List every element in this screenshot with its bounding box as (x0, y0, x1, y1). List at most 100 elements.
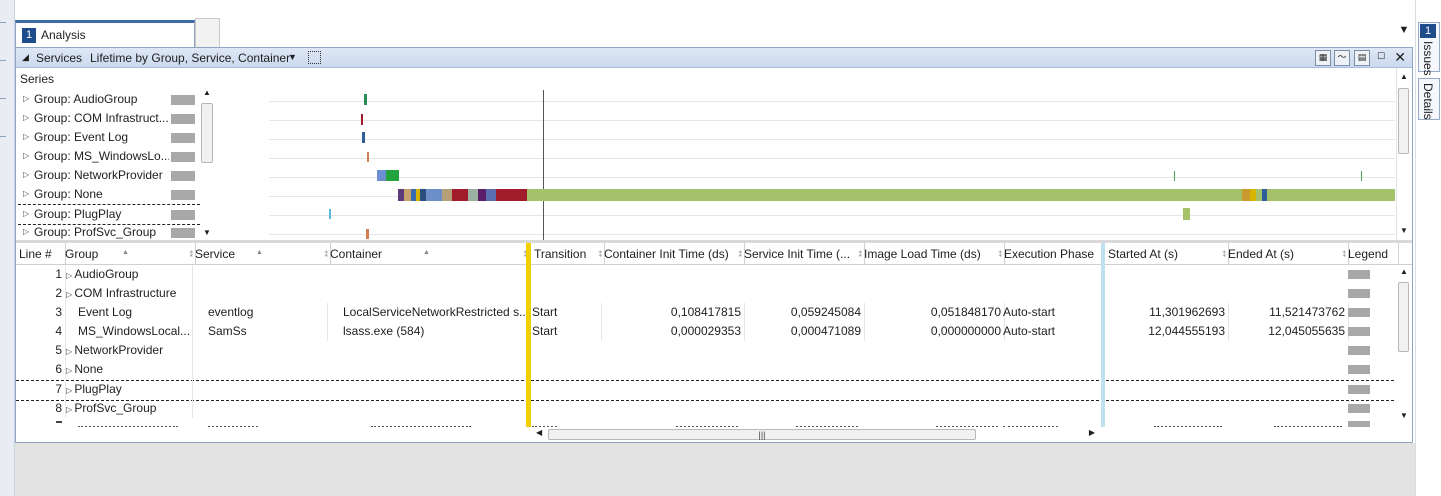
column-header-transition[interactable]: Transition ⁑ (531, 243, 605, 265)
lifetime-bar[interactable] (1183, 208, 1190, 220)
new-tab-button[interactable] (195, 18, 220, 48)
cell-service-init: 0,000471089 (741, 322, 865, 341)
lifetime-bar[interactable] (377, 170, 386, 181)
lifetime-bar[interactable] (366, 229, 369, 239)
column-header-container[interactable]: Container▲⁑ (327, 243, 530, 265)
table-row-clipped[interactable] (16, 420, 1346, 427)
close-icon[interactable]: ✕ (1394, 49, 1406, 66)
series-item[interactable]: ▷ Group: NetworkProvider (16, 166, 216, 185)
lifetime-bar[interactable] (1262, 189, 1267, 201)
series-item-selected[interactable]: ▷ Group: PlugPlay (18, 204, 200, 225)
table-row[interactable]: 4 MS_WindowsLocal... SamSs lsass.exe (58… (16, 322, 1349, 341)
lifetime-bar[interactable] (468, 189, 478, 201)
column-header-execution-phase[interactable]: Execution Phase (1001, 243, 1105, 265)
scroll-up-icon[interactable]: ▲ (1400, 72, 1408, 81)
expand-icon[interactable]: ▷ (23, 227, 29, 236)
cell-group: Event Log (78, 303, 193, 322)
expand-icon[interactable]: ▷ (23, 132, 29, 141)
expand-icon[interactable]: ▷ (23, 189, 29, 198)
tab-analysis[interactable]: 1 Analysis (15, 20, 195, 48)
column-header-container-init[interactable]: Container Init Time (ds) ⁑ (601, 243, 745, 265)
scroll-right-icon[interactable]: ▶ (1089, 428, 1095, 437)
lifetime-bar[interactable] (442, 189, 452, 201)
gridline (269, 139, 1395, 140)
table-row[interactable]: 3 Event Log eventlog LocalServiceNetwork… (16, 303, 1349, 322)
expand-icon[interactable]: ▷ (23, 209, 29, 218)
lifetime-bar[interactable] (478, 189, 486, 201)
series-item[interactable]: ▷ Group: COM Infrastruct... (16, 109, 216, 128)
lifetime-bar[interactable] (404, 189, 411, 201)
graph-only-view-icon[interactable]: 〜 (1334, 50, 1350, 66)
series-item[interactable]: ▷ Group: None (16, 185, 216, 204)
lifetime-bar[interactable] (1250, 189, 1256, 201)
legend-swatch (171, 210, 195, 220)
scroll-down-icon[interactable]: ▼ (1400, 226, 1408, 235)
time-cursor[interactable] (543, 90, 544, 240)
table-scroll-thumb[interactable] (1398, 282, 1409, 352)
lifetime-bar[interactable] (364, 94, 367, 105)
scroll-down-icon[interactable]: ▼ (203, 228, 211, 237)
scroll-up-icon[interactable]: ▲ (1400, 267, 1408, 276)
cell-started-at: 12,044555193 (1105, 322, 1229, 341)
series-item-label: Group: AudioGroup (34, 92, 138, 106)
table-row[interactable]: 8 ▷ ProfSvc_Group (16, 399, 1346, 418)
chart-scroll-thumb[interactable] (1398, 88, 1409, 154)
view-settings-icon[interactable] (308, 51, 321, 64)
cell-group: MS_WindowsLocal... (78, 322, 193, 341)
lifetime-bar[interactable] (1361, 171, 1362, 181)
collapse-icon[interactable]: ◢ (22, 52, 29, 63)
cell-service: SamSs (208, 322, 328, 341)
legend-swatch (171, 171, 195, 181)
cell-group: ▷ None (66, 360, 193, 379)
table-row-selected[interactable]: 7 ▷ PlugPlay (16, 380, 1394, 401)
column-header-service-init[interactable]: Service Init Time (... ⁑ (741, 243, 865, 265)
lifetime-bar[interactable] (486, 189, 496, 201)
lifetime-bar[interactable] (386, 170, 399, 181)
chevron-down-icon[interactable]: ▼ (288, 52, 297, 62)
column-header-ended-at[interactable]: Ended At (s) ⁑ (1225, 243, 1349, 265)
scroll-up-icon[interactable]: ▲ (203, 88, 211, 97)
column-header-started-at[interactable]: Started At (s) ⁑ (1105, 243, 1229, 265)
table-row[interactable]: 5 ▷ NetworkProvider (16, 341, 1346, 360)
preset-selector[interactable]: Lifetime by Group, Service, Container (90, 51, 290, 65)
expand-icon[interactable]: ▷ (23, 113, 29, 122)
horizontal-scroll-thumb[interactable]: ||| (548, 429, 976, 440)
lifetime-bar[interactable] (1242, 189, 1250, 201)
column-header-group[interactable]: Group ▲ ⁑ (62, 243, 196, 265)
column-header-legend[interactable]: Legend (1345, 243, 1399, 265)
lifetime-bar[interactable] (361, 114, 363, 125)
text-fragment (1274, 422, 1342, 427)
maximize-icon[interactable]: ☐ (1374, 50, 1388, 64)
scroll-left-icon[interactable]: ◀ (536, 428, 542, 437)
lifetime-bar[interactable] (367, 152, 369, 162)
scroll-down-icon[interactable]: ▼ (1400, 411, 1408, 420)
expand-icon[interactable]: ▷ (23, 170, 29, 179)
graph-table-view-icon[interactable]: ▦ (1315, 50, 1331, 66)
issues-tab[interactable]: 1 Issues (1418, 22, 1440, 76)
highlight-column-divider[interactable] (526, 243, 531, 427)
series-item[interactable]: ▷ Group: MS_WindowsLo... (16, 147, 216, 166)
pinned-column-divider[interactable] (1101, 243, 1105, 427)
series-item[interactable]: ▷ Group: AudioGroup (16, 90, 216, 109)
lifetime-bar[interactable] (452, 189, 468, 201)
column-header-service[interactable]: Service ▲ ⁑ (192, 243, 331, 265)
table-row[interactable]: 6 ▷ None (16, 360, 1346, 379)
lifetime-bar[interactable] (496, 189, 527, 201)
series-scroll-thumb[interactable] (201, 103, 213, 163)
window-menu-button[interactable]: ▼ (1398, 24, 1410, 36)
expand-icon[interactable]: ▷ (23, 94, 29, 103)
table-row[interactable]: 1 ▷ AudioGroup (16, 265, 1346, 284)
lifetime-bar[interactable] (329, 209, 331, 219)
series-item[interactable]: ▷ Group: Event Log (16, 128, 216, 147)
series-header: Series (20, 72, 55, 86)
expand-icon[interactable]: ▷ (23, 151, 29, 160)
lifetime-bar[interactable] (426, 189, 442, 201)
lifetime-bar[interactable] (362, 132, 365, 143)
table-only-view-icon[interactable]: ▤ (1354, 50, 1370, 66)
series-item-label: Group: ProfSvc_Group (34, 225, 157, 239)
details-tab[interactable]: Details (1418, 78, 1440, 120)
column-header-image-load[interactable]: Image Load Time (ds) ⁑ (861, 243, 1005, 265)
column-header-line[interactable]: Line # (16, 243, 66, 265)
lifetime-bar[interactable] (1174, 171, 1175, 181)
table-row[interactable]: 2 ▷ COM Infrastructure (16, 284, 1346, 303)
